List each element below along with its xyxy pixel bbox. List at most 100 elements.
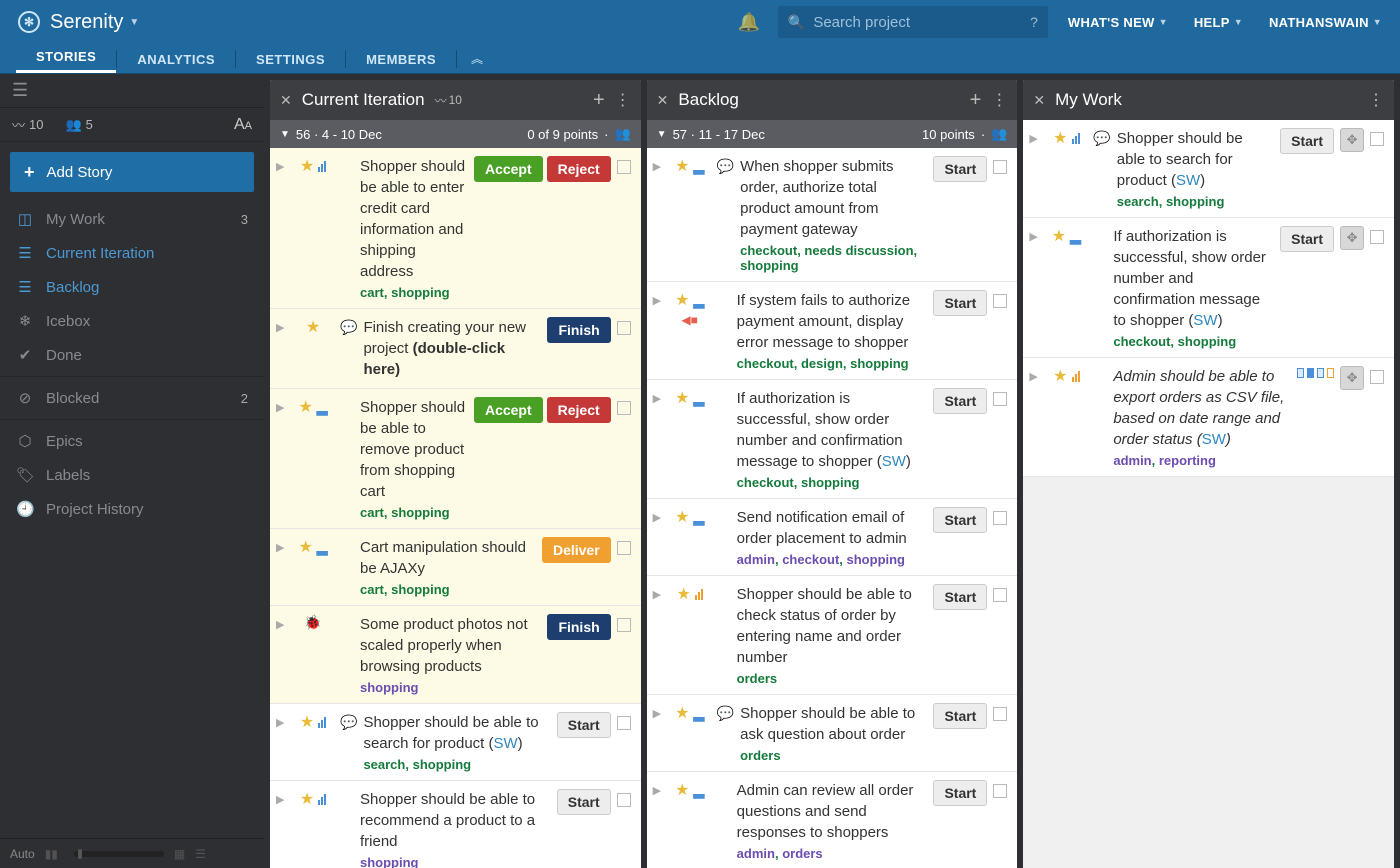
tag[interactable]: checkout [737, 475, 794, 490]
select-checkbox[interactable] [1370, 370, 1384, 384]
search-box[interactable]: 🔍 ? [778, 6, 1048, 38]
comment-icon[interactable]: 💬 [340, 712, 357, 772]
select-checkbox[interactable] [617, 793, 631, 807]
iteration-header[interactable]: ▼ 57 · 11 - 17 Dec 10 points · 👥 [647, 120, 1018, 148]
story-card[interactable]: ▶ ★ 💬 Shopper should be able to search f… [1023, 120, 1394, 218]
tab-analytics[interactable]: ANALYTICS [117, 46, 235, 73]
move-handle-icon[interactable]: ✥ [1340, 366, 1364, 390]
deliver-button[interactable]: Deliver [542, 537, 611, 563]
select-checkbox[interactable] [993, 784, 1007, 798]
start-button[interactable]: Start [557, 712, 611, 738]
expand-caret-icon[interactable]: ▶ [1029, 128, 1039, 209]
add-story-button[interactable]: + Add Story [10, 152, 254, 192]
comment-icon[interactable]: 💬 [717, 703, 734, 763]
tag[interactable]: reporting [1159, 453, 1216, 468]
select-checkbox[interactable] [617, 160, 631, 174]
sidebar-item-labels[interactable]: 🏷Labels [0, 458, 264, 492]
expand-caret-icon[interactable]: ▶ [653, 780, 663, 861]
move-handle-icon[interactable]: ✥ [1340, 128, 1364, 152]
help-icon[interactable]: ? [1030, 14, 1038, 30]
people-icon[interactable]: 👥 [614, 126, 630, 142]
list-view-icon[interactable]: ☰ [195, 847, 206, 861]
expand-caret-icon[interactable]: ▶ [1029, 366, 1039, 468]
story-card[interactable]: ▶ ★▂ 💬 When shopper submits order, autho… [647, 148, 1018, 282]
people-icon[interactable]: 👥 [991, 126, 1007, 142]
select-checkbox[interactable] [993, 707, 1007, 721]
notifications-icon[interactable]: 🔔 [737, 12, 759, 33]
sidebar-item-done[interactable]: ✔Done [0, 338, 264, 372]
story-card[interactable]: ▶ ★▂◀■ If system fails to authorize paym… [647, 282, 1018, 380]
select-checkbox[interactable] [617, 716, 631, 730]
select-checkbox[interactable] [993, 511, 1007, 525]
density-slider[interactable] [74, 851, 164, 857]
select-checkbox[interactable] [993, 588, 1007, 602]
expand-caret-icon[interactable]: ▶ [653, 388, 663, 490]
select-checkbox[interactable] [617, 618, 631, 632]
expand-caret-icon[interactable]: ▶ [276, 537, 286, 597]
logo-icon[interactable]: ✻ [18, 11, 40, 33]
tag[interactable]: checkout [740, 243, 797, 258]
close-icon[interactable]: ✕ [657, 92, 669, 109]
tag[interactable]: shopping [801, 475, 860, 490]
sidebar-item-current-iteration[interactable]: ☰Current Iteration [0, 236, 264, 270]
tag[interactable]: orders [740, 748, 780, 763]
expand-caret-icon[interactable]: ▶ [276, 397, 286, 520]
expand-caret-icon[interactable]: ▶ [276, 712, 286, 772]
start-button[interactable]: Start [1280, 128, 1334, 154]
tag[interactable]: cart [360, 285, 384, 300]
tag[interactable]: search [1117, 194, 1159, 209]
tag[interactable]: shopping [847, 552, 906, 567]
tag[interactable]: checkout [1113, 334, 1170, 349]
tag[interactable]: needs discussion [804, 243, 913, 258]
story-card[interactable]: ▶ ★▂ 💬 Shopper should be able to ask que… [647, 695, 1018, 772]
help-link[interactable]: HELP▼ [1194, 15, 1243, 30]
expand-caret-icon[interactable]: ▶ [653, 290, 663, 371]
expand-caret-icon[interactable]: ▶ [276, 789, 286, 868]
expand-caret-icon[interactable]: ▶ [653, 156, 663, 273]
sidebar-item-epics[interactable]: ⬡Epics [0, 424, 264, 458]
reject-button[interactable]: Reject [547, 397, 611, 423]
finish-button[interactable]: Finish [547, 614, 610, 640]
density-auto[interactable]: Auto [10, 847, 35, 861]
start-button[interactable]: Start [933, 388, 987, 414]
start-button[interactable]: Start [933, 780, 987, 806]
hamburger-icon[interactable]: ☰ [12, 80, 28, 101]
project-menu[interactable]: Serenity ▼ [50, 11, 139, 34]
tag[interactable]: orders [782, 846, 822, 861]
accept-button[interactable]: Accept [474, 156, 543, 182]
story-card[interactable]: ▶ ★ Shopper should be able to recommend … [270, 781, 641, 868]
velocity-indicator[interactable]: 〰10 [435, 92, 462, 109]
expand-caret-icon[interactable]: ▶ [276, 156, 286, 300]
tag[interactable]: shopping [360, 855, 419, 868]
start-button[interactable]: Start [1280, 226, 1334, 252]
tag[interactable]: shopping [391, 285, 450, 300]
kebab-menu-icon[interactable]: ⋮ [615, 90, 631, 110]
story-card[interactable]: ▶ ★▂ Shopper should be able to remove pr… [270, 389, 641, 529]
kebab-menu-icon[interactable]: ⋮ [1368, 90, 1384, 110]
expand-caret-icon[interactable]: ▶ [653, 507, 663, 567]
tag[interactable]: shopping [391, 582, 450, 597]
tag[interactable]: shopping [413, 757, 472, 772]
add-story-icon[interactable]: + [970, 89, 982, 112]
tag[interactable]: checkout [782, 552, 839, 567]
story-card[interactable]: ▶ ★ 💬 Finish creating your new project (… [270, 309, 641, 389]
select-checkbox[interactable] [993, 392, 1007, 406]
story-card[interactable]: ▶ ★▂ Send notification email of order pl… [647, 499, 1018, 576]
start-button[interactable]: Start [933, 156, 987, 182]
story-card[interactable]: ▶ ★ Shopper should be able to check stat… [647, 576, 1018, 695]
story-card[interactable]: ▶ ★▂ If authorization is successful, sho… [1023, 218, 1394, 358]
tag[interactable]: shopping [1166, 194, 1225, 209]
story-card[interactable]: ▶ ★ 💬 Shopper should be able to search f… [270, 704, 641, 781]
accept-button[interactable]: Accept [474, 397, 543, 423]
select-checkbox[interactable] [617, 541, 631, 555]
finish-button[interactable]: Finish [547, 317, 610, 343]
sidebar-item-my-work[interactable]: ◫My Work3 [0, 202, 264, 236]
comment-icon[interactable]: 💬 [717, 156, 734, 273]
tag[interactable]: shopping [360, 680, 419, 695]
members-stat[interactable]: 👥5 [65, 117, 92, 133]
tag[interactable]: checkout [737, 356, 794, 371]
kebab-menu-icon[interactable]: ⋮ [991, 90, 1007, 110]
select-checkbox[interactable] [617, 321, 631, 335]
story-card[interactable]: ▶ ★ Shopper should be able to enter cred… [270, 148, 641, 309]
tab-settings[interactable]: SETTINGS [236, 46, 345, 73]
